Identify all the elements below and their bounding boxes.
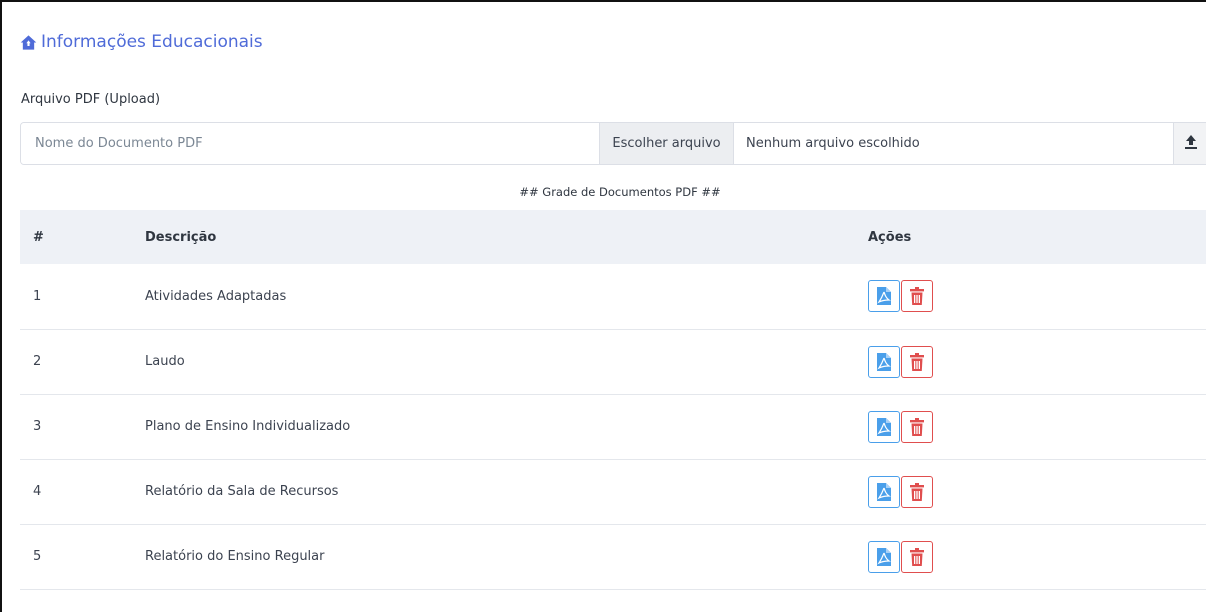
delete-button[interactable] — [901, 540, 933, 573]
view-pdf-button[interactable] — [868, 475, 900, 508]
pdf-icon — [877, 547, 891, 566]
row-number: 5 — [33, 549, 42, 564]
home-icon — [20, 34, 37, 51]
table-row: 5 Relatório do Ensino Regular — [20, 524, 1206, 589]
section-title-text: Informações Educacionais — [41, 32, 263, 52]
row-description: Plano de Ensino Individualizado — [145, 419, 351, 434]
documents-table: # Descrição Ações 1 Atividades Adaptadas — [20, 210, 1206, 590]
row-number: 1 — [33, 288, 42, 304]
section-title: Informações Educacionais — [20, 30, 263, 54]
row-description: Atividades Adaptadas — [145, 288, 287, 304]
row-description: Relatório da Sala de Recursos — [145, 484, 339, 499]
document-name-input[interactable] — [21, 123, 599, 164]
view-pdf-button[interactable] — [868, 540, 900, 573]
row-number: 4 — [33, 484, 42, 499]
header-description: Descrição — [145, 229, 217, 245]
file-status[interactable]: Nenhum arquivo escolhido — [734, 123, 1173, 164]
upload-icon — [1183, 134, 1199, 154]
upload-group: Escolher arquivo Nenhum arquivo escolhid… — [20, 122, 1206, 165]
table-row: 1 Atividades Adaptadas — [20, 264, 1206, 329]
pdf-icon — [877, 352, 891, 371]
choose-file-label: Escolher arquivo — [612, 136, 721, 151]
choose-file-button[interactable]: Escolher arquivo — [599, 123, 734, 164]
row-description: Relatório do Ensino Regular — [145, 549, 325, 564]
view-pdf-button[interactable] — [868, 410, 900, 443]
row-actions — [868, 524, 1206, 589]
table-row: 2 Laudo — [20, 329, 1206, 394]
row-description: Laudo — [145, 354, 185, 369]
pdf-icon — [877, 417, 891, 436]
trash-icon — [910, 417, 924, 436]
delete-button[interactable] — [901, 410, 933, 443]
table-row: 4 Relatório da Sala de Recursos — [20, 459, 1206, 524]
trash-icon — [910, 547, 924, 566]
header-number: # — [33, 229, 44, 245]
header-actions: Ações — [868, 229, 912, 245]
row-number: 3 — [33, 419, 42, 434]
trash-icon — [910, 482, 924, 501]
trash-icon — [910, 287, 924, 306]
row-actions — [868, 394, 1206, 459]
row-actions — [868, 459, 1206, 524]
delete-button[interactable] — [901, 345, 933, 378]
row-number: 2 — [33, 354, 42, 369]
trash-icon — [910, 352, 924, 371]
pdf-icon — [877, 482, 891, 501]
row-actions — [868, 264, 1206, 329]
upload-button[interactable] — [1173, 123, 1206, 164]
table-row: 3 Plano de Ensino Individualizado — [20, 394, 1206, 459]
pdf-icon — [877, 287, 891, 306]
delete-button[interactable] — [901, 475, 933, 508]
view-pdf-button[interactable] — [868, 345, 900, 378]
table-header-row: # Descrição Ações — [20, 210, 1206, 264]
delete-button[interactable] — [901, 280, 933, 313]
grid-caption: ## Grade de Documentos PDF ## — [519, 185, 721, 199]
upload-label: Arquivo PDF (Upload) — [21, 92, 161, 107]
row-actions — [868, 329, 1206, 394]
view-pdf-button[interactable] — [868, 280, 900, 313]
page-frame: Informações Educacionais Arquivo PDF (Up… — [0, 0, 1206, 612]
